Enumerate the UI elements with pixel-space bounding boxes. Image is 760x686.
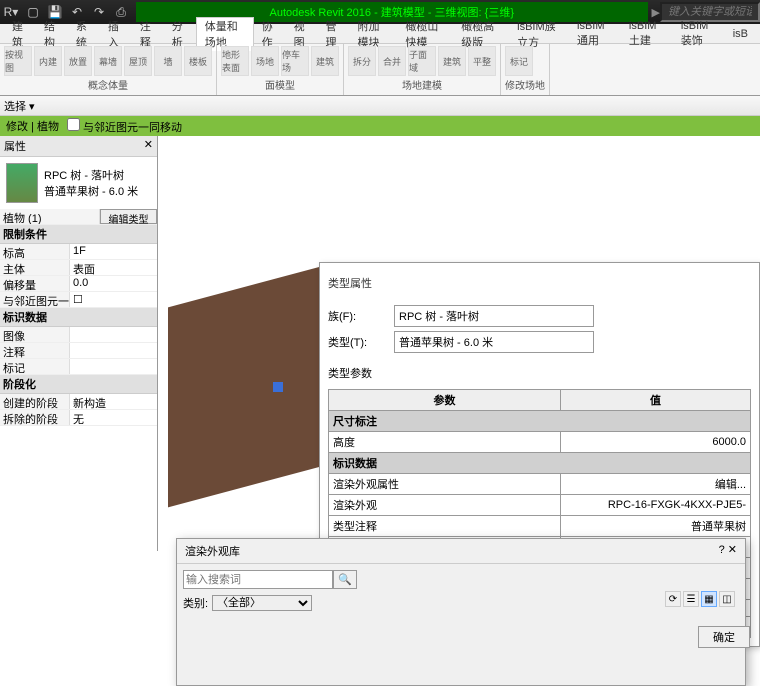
prop-value[interactable]: 无 xyxy=(70,410,157,425)
selected-element-grip[interactable] xyxy=(273,382,283,392)
prop-value[interactable] xyxy=(70,359,157,374)
param-value[interactable]: 普通苹果树 xyxy=(561,516,751,537)
ribbon-合并表面[interactable]: 合并 xyxy=(378,46,406,76)
ribbon-建筑红线[interactable]: 建筑 xyxy=(438,46,466,76)
prop-value[interactable]: 表面 xyxy=(70,260,157,275)
help-icon[interactable]: ? xyxy=(719,544,725,556)
param-section: 尺寸标注 xyxy=(329,411,751,432)
prop-label: 注释 xyxy=(0,343,70,358)
large-grid-icon[interactable]: ◫ xyxy=(719,591,735,607)
ribbon-建筑地坪[interactable]: 建筑 xyxy=(311,46,339,76)
select-label[interactable]: 选择 ▾ xyxy=(4,98,35,114)
props-section-phasing: 阶段化 xyxy=(0,375,157,394)
family-label: 族(F): xyxy=(328,308,388,324)
family-combo[interactable]: RPC 树 - 落叶树 xyxy=(394,305,594,327)
ribbon-按视图设置显示体量[interactable]: 按视图 xyxy=(4,46,32,76)
props-section-identity: 标识数据 xyxy=(0,308,157,327)
ribbon-group-label: 概念体量 xyxy=(4,76,212,93)
ribbon-放置体量[interactable]: 放置 xyxy=(64,46,92,76)
refresh-icon[interactable]: ⟳ xyxy=(665,591,681,607)
ribbon-group-label: 修改场地 xyxy=(505,76,545,93)
ribbon-标记等高线[interactable]: 标记 xyxy=(505,46,533,76)
properties-panel: 属性 ✕ RPC 树 - 落叶树 普通苹果树 - 6.0 米 植物 (1) 编辑… xyxy=(0,136,158,551)
ribbon-停车场构件[interactable]: 停车场 xyxy=(281,46,309,76)
ribbon-group-label: 场地建模 xyxy=(348,76,496,93)
ribbon-屋顶[interactable]: 屋顶 xyxy=(124,46,152,76)
value-header: 值 xyxy=(561,390,751,411)
list-view-icon[interactable]: ☰ xyxy=(683,591,699,607)
family-name: RPC 树 - 落叶树 xyxy=(44,167,138,183)
category-select[interactable]: 〈全部〉 xyxy=(212,595,312,611)
search-arrow-icon: ▶ xyxy=(652,6,660,19)
ok-button[interactable]: 确定 xyxy=(698,626,750,648)
prop-value[interactable]: 0.0 xyxy=(70,276,157,291)
tab-isBIM通用[interactable]: isBIM通用 xyxy=(569,20,621,48)
param-value[interactable]: RPC-16-FXGK-4KXX-PJE5- xyxy=(561,495,751,516)
type-params-label: 类型参数 xyxy=(328,365,751,381)
ribbon-平整区域[interactable]: 平整 xyxy=(468,46,496,76)
grid-view-icon[interactable]: ▦ xyxy=(701,591,717,607)
prop-value[interactable] xyxy=(70,327,157,342)
tab-isB[interactable]: isB xyxy=(725,28,756,40)
type-name: 普通苹果树 - 6.0 米 xyxy=(44,183,138,199)
instance-selector[interactable]: 植物 (1) xyxy=(0,209,100,224)
render-appearance-library-dialog: 渲染外观库 ? ✕ 🔍 类别: 〈全部〉 ⟳ ☰ ▦ ◫ xyxy=(176,538,746,686)
props-section-constraints: 限制条件 xyxy=(0,225,157,244)
param-name: 类型注释 xyxy=(329,516,561,537)
type-combo[interactable]: 普通苹果树 - 6.0 米 xyxy=(394,331,594,353)
prop-label: 标记 xyxy=(0,359,70,374)
prop-value[interactable]: 1F xyxy=(70,244,157,259)
ribbon-墙[interactable]: 墙 xyxy=(154,46,182,76)
prop-label: 标高 xyxy=(0,244,70,259)
prop-label: 图像 xyxy=(0,327,70,342)
family-thumbnail xyxy=(6,163,38,203)
type-label: 类型(T): xyxy=(328,334,388,350)
ribbon-幕墙系统[interactable]: 幕墙 xyxy=(94,46,122,76)
terrain-surface xyxy=(168,265,328,508)
render-search-input[interactable] xyxy=(183,570,333,589)
modify-context-label: 修改 | 植物 xyxy=(6,118,59,134)
ribbon-拆分表面[interactable]: 拆分 xyxy=(348,46,376,76)
close-icon[interactable]: ✕ xyxy=(144,138,153,154)
prop-label: 主体 xyxy=(0,260,70,275)
dialog-title: 类型属性 xyxy=(328,271,751,301)
prop-label: 偏移量 xyxy=(0,276,70,291)
properties-title: 属性 xyxy=(4,138,26,154)
param-name: 渲染外观属性 xyxy=(329,474,561,495)
ribbon-tabs: 建筑结构系统插入注释分析体量和场地协作视图管理附加模块橄榄山快模橄榄高级版isB… xyxy=(0,24,760,44)
param-name: 高度 xyxy=(329,432,561,453)
search-icon[interactable]: 🔍 xyxy=(333,570,357,589)
close-icon[interactable]: ✕ xyxy=(728,544,737,556)
param-section: 标识数据 xyxy=(329,453,751,474)
param-value[interactable]: 编辑... xyxy=(561,474,751,495)
ribbon-内建体量[interactable]: 内建 xyxy=(34,46,62,76)
ribbon-group-label: 面模型 xyxy=(221,76,339,93)
prop-value[interactable]: 新构造 xyxy=(70,394,157,409)
prop-value[interactable] xyxy=(70,343,157,358)
param-name: 渲染外观 xyxy=(329,495,561,516)
ribbon: 按视图内建放置幕墙屋顶墙楼板概念体量地形表面场地停车场建筑面模型拆分合并子面域建… xyxy=(0,44,760,96)
prop-label: 拆除的阶段 xyxy=(0,410,70,425)
prop-label: 创建的阶段 xyxy=(0,394,70,409)
prop-label: 与邻近图元一同... xyxy=(0,292,70,307)
ribbon-楼板[interactable]: 楼板 xyxy=(184,46,212,76)
move-with-neighbors-checkbox[interactable]: 与邻近图元一同移动 xyxy=(67,118,182,135)
param-header: 参数 xyxy=(329,390,561,411)
edit-type-button[interactable]: 编辑类型 xyxy=(100,209,157,224)
category-label: 类别: xyxy=(183,595,208,611)
ribbon-地形表面[interactable]: 地形表面 xyxy=(221,46,249,76)
param-value[interactable]: 6000.0 xyxy=(561,432,751,453)
render-lib-title: 渲染外观库 xyxy=(185,543,240,559)
ribbon-场地构件[interactable]: 场地 xyxy=(251,46,279,76)
tab-isBIM装饰[interactable]: isBIM装饰 xyxy=(673,20,725,48)
ribbon-子面域[interactable]: 子面域 xyxy=(408,46,436,76)
prop-value[interactable]: ☐ xyxy=(70,292,157,307)
tab-isBIM土建[interactable]: isBIM土建 xyxy=(621,20,673,48)
